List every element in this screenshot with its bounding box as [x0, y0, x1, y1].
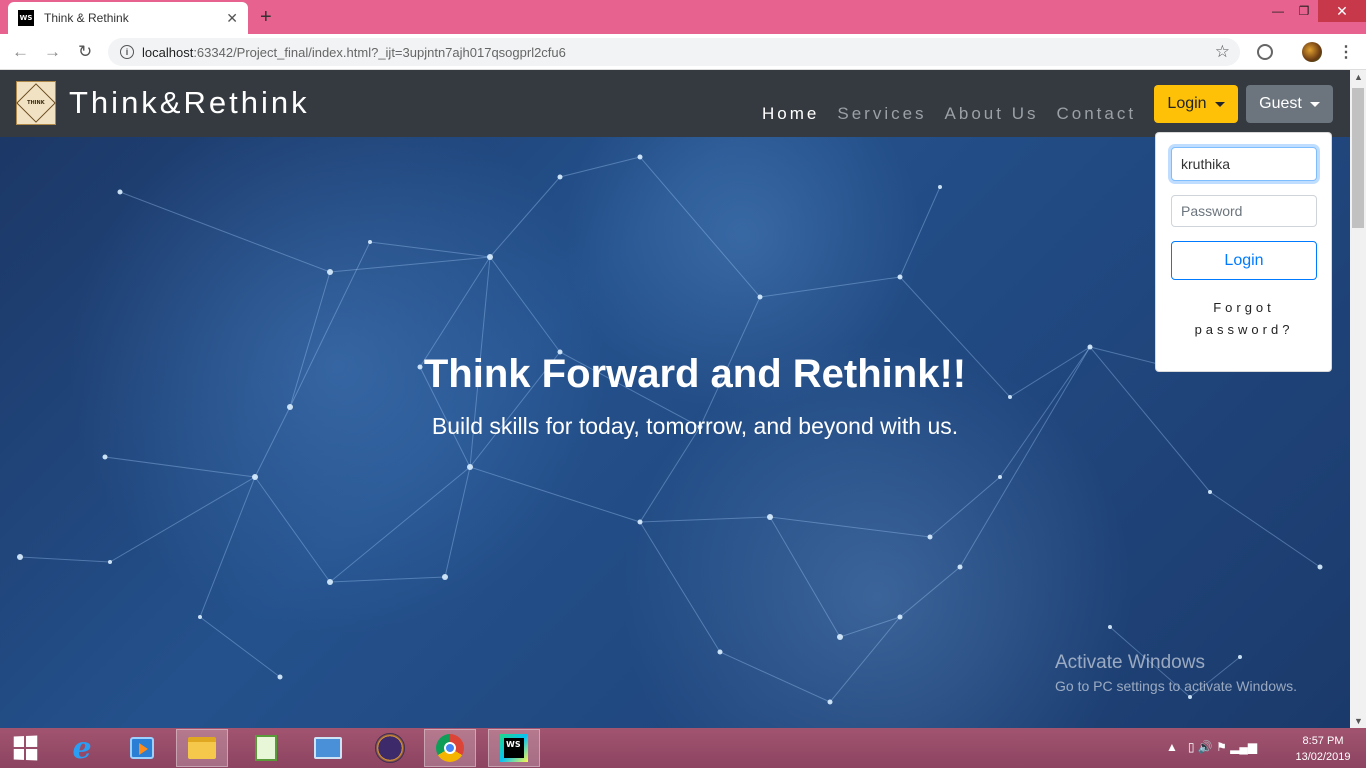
clock-date: 13/02/2019 — [1295, 751, 1351, 763]
page-scrollbar[interactable]: ▲ ▼ — [1350, 70, 1366, 728]
windows-taskbar: e WS ▲ ▯ 🔊 ⚑ ▂▄▆ 8:57 PM 13/02/2019 — [0, 728, 1366, 768]
tray-status-icons[interactable]: ▯ 🔊 ⚑ ▂▄▆ — [1188, 740, 1257, 754]
hero-subtitle: Build skills for today, tomorrow, and be… — [431, 413, 959, 439]
media-player-icon[interactable] — [116, 729, 168, 767]
new-tab-button[interactable]: + — [260, 6, 272, 29]
window-minimize-button[interactable]: — — [1265, 0, 1291, 22]
system-tray: ▲ ▯ 🔊 ⚑ ▂▄▆ — [1166, 740, 1257, 754]
file-explorer-icon[interactable] — [176, 729, 228, 767]
guest-dropdown-label: Guest — [1259, 95, 1302, 112]
scroll-thumb[interactable] — [1352, 88, 1364, 228]
forward-arrow-icon[interactable]: → — [44, 42, 61, 62]
logo-text: THINK — [27, 99, 45, 106]
browser-toolbar: ← → ↻ i localhost:63342/Project_final/in… — [0, 34, 1366, 70]
window-close-button[interactable]: ✕ — [1318, 0, 1366, 22]
address-bar[interactable]: i localhost:63342/Project_final/index.ht… — [108, 38, 1240, 66]
login-dropdown-button[interactable]: Login — [1154, 85, 1238, 123]
forgot-line-1: Forgot — [1213, 300, 1275, 315]
clock-time: 8:57 PM — [1302, 735, 1344, 747]
caret-down-icon — [1309, 101, 1320, 107]
nav-link-services[interactable]: Services — [837, 104, 926, 124]
page-viewport: THINK Think&Rethink Home Services About … — [0, 70, 1350, 728]
watermark-subtitle: Go to PC settings to activate Windows. — [1055, 678, 1297, 694]
tray-expand-icon[interactable]: ▲ — [1166, 740, 1178, 754]
scroll-up-arrow-icon[interactable]: ▲ — [1354, 72, 1363, 82]
login-submit-button[interactable]: Login — [1171, 241, 1317, 280]
nav-link-contact[interactable]: Contact — [1056, 104, 1136, 124]
site-navbar: THINK Think&Rethink Home Services About … — [0, 70, 1350, 137]
browser-tab[interactable]: WS Think & Rethink ✕ — [8, 2, 248, 34]
login-dropdown-menu: Login Forgot password? — [1155, 132, 1332, 372]
webstorm-icon[interactable]: WS — [488, 729, 540, 767]
url-host: localhost — [142, 44, 194, 60]
window-maximize-button[interactable]: ❐ — [1291, 0, 1317, 22]
notepad-plus-plus-icon[interactable] — [240, 729, 292, 767]
password-input[interactable] — [1171, 195, 1317, 227]
browser-menu-icon[interactable]: ⋮ — [1338, 42, 1354, 62]
caret-down-icon — [1214, 101, 1225, 107]
url-text: localhost:63342/Project_final/index.html… — [142, 45, 566, 60]
scroll-down-arrow-icon[interactable]: ▼ — [1354, 716, 1363, 726]
username-input[interactable] — [1171, 147, 1317, 181]
brand-logo-icon[interactable]: THINK — [16, 81, 56, 125]
site-info-icon[interactable]: i — [120, 45, 134, 59]
watermark-title: Activate Windows — [1055, 652, 1205, 673]
guest-dropdown-button[interactable]: Guest — [1246, 85, 1333, 123]
control-panel-icon[interactable] — [302, 729, 354, 767]
bookmark-star-icon[interactable]: ☆ — [1215, 42, 1230, 62]
url-path: :63342/Project_final/index.html?_ijt=3up… — [193, 44, 566, 60]
browser-tab-strip: WS Think & Rethink ✕ + — ❐ ✕ — [0, 0, 1366, 34]
webstorm-favicon-icon: WS — [18, 10, 34, 26]
history-clock-icon[interactable] — [1257, 44, 1273, 60]
taskbar-clock[interactable]: 8:57 PM 13/02/2019 — [1290, 733, 1356, 765]
forgot-line-2: password? — [1194, 322, 1294, 337]
logo-diamond: THINK — [16, 83, 56, 123]
login-dropdown-label: Login — [1167, 95, 1207, 112]
brand-name[interactable]: Think&Rethink — [69, 85, 310, 121]
back-arrow-icon[interactable]: ← — [12, 42, 29, 62]
chrome-icon[interactable] — [424, 729, 476, 767]
nav-links: Home Services About Us Contact — [762, 104, 1136, 124]
windows-start-icon[interactable] — [0, 729, 50, 767]
nav-link-home[interactable]: Home — [762, 104, 819, 124]
reload-icon[interactable]: ↻ — [78, 42, 92, 62]
eclipse-icon[interactable] — [364, 729, 416, 767]
nav-link-about-us[interactable]: About Us — [945, 104, 1039, 124]
profile-avatar-icon[interactable] — [1302, 42, 1322, 62]
activate-windows-watermark: Activate Windows Go to PC settings to ac… — [1055, 652, 1297, 694]
internet-explorer-icon[interactable]: e — [56, 729, 108, 767]
tab-title: Think & Rethink — [44, 11, 129, 25]
forgot-password-link[interactable]: Forgot password? — [1171, 297, 1317, 341]
tab-close-icon[interactable]: ✕ — [226, 10, 238, 27]
hero-title: Think Forward and Rethink!! — [423, 352, 967, 396]
